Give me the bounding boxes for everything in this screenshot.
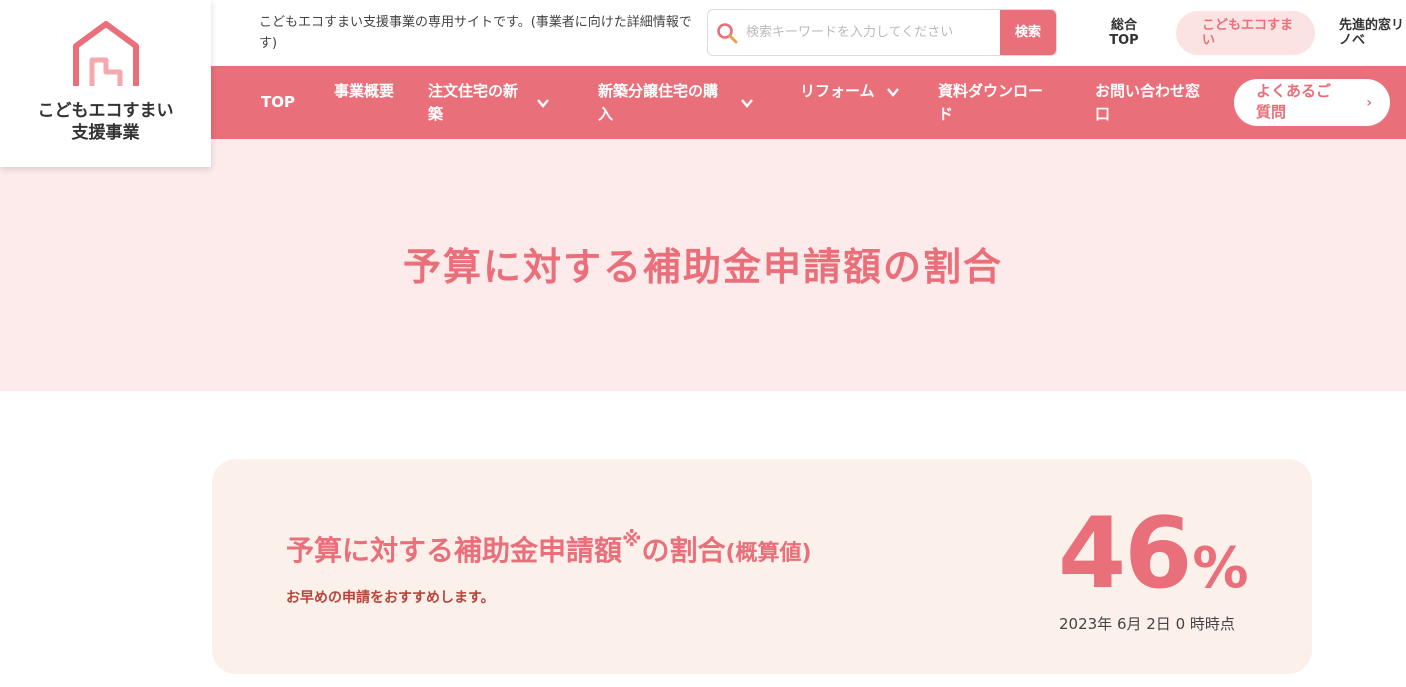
general-top-link[interactable]: 総合TOP (1109, 18, 1139, 48)
window-renovation-link[interactable]: 先進的窓リノベ (1339, 18, 1406, 48)
card-title-main: 予算に対する補助金申請額 (286, 534, 623, 567)
card-note: お早めの申請をおすすめします。 (286, 590, 495, 606)
general-top-label: 総合TOP (1109, 18, 1139, 48)
nav-item-label: 新築分譲住宅の購入 (598, 82, 719, 123)
nav-item-contact[interactable]: お問い合わせ窓口 (1095, 80, 1207, 126)
page-title: 予算に対する補助金申請額の割合 (402, 244, 1003, 289)
chevron-right-icon: › (1366, 95, 1372, 111)
card-title-suffix: の割合 (641, 534, 726, 567)
page-hero: 予算に対する補助金申請額の割合 (0, 139, 1406, 391)
window-renovation-label: 先進的窓リノベ (1339, 18, 1405, 48)
nav-item-label: TOP (261, 93, 295, 111)
nav-item-reform[interactable]: リフォーム (800, 80, 900, 103)
top-bar: こどもエコすまい支援事業の専用サイトです。(事業者に向けた詳細情報です) 検索 … (211, 0, 1406, 66)
faq-label: よくあるご質問 (1256, 82, 1332, 121)
logo-line-1: こどもエコすまい (37, 101, 174, 121)
ratio-number: 46 (1058, 497, 1192, 611)
search-icon (708, 10, 746, 55)
logo-text: こどもエコすまい 支援事業 (38, 100, 174, 144)
card-title-mark: ※ (622, 527, 642, 551)
chevron-down-icon (887, 87, 899, 97)
as-of-date: 2023年 6月 2日 0 時時点 (1059, 615, 1235, 633)
chevron-down-icon (741, 99, 753, 108)
nav-item-label: 事業概要 (334, 82, 395, 100)
search-input[interactable] (746, 10, 1000, 55)
main-nav: TOP 事業概要 注文住宅の新築 新築分譲住宅の購入 リフォーム 資料ダウンロー… (211, 66, 1406, 139)
nav-item-label: お問い合わせ窓口 (1095, 82, 1201, 123)
logo-line-2: 支援事業 (71, 123, 140, 143)
house-logo-icon (72, 21, 139, 86)
nav-item-label: 資料ダウンロード (938, 82, 1044, 123)
nav-item-overview[interactable]: 事業概要 (334, 80, 394, 103)
site-tagline: こどもエコすまい支援事業の専用サイトです。(事業者に向けた詳細情報です) (259, 15, 692, 51)
search-button[interactable]: 検索 (1000, 10, 1056, 55)
chevron-down-icon (537, 99, 549, 108)
budget-ratio-card: 予算に対する補助金申請額※の割合(概算値) お早めの申請をおすすめします。 46… (212, 459, 1312, 674)
nav-item-new-purchase[interactable]: 新築分譲住宅の購入 (598, 80, 754, 126)
nav-item-custom-house[interactable]: 注文住宅の新築 (428, 80, 550, 126)
faq-button[interactable]: よくあるご質問 › (1234, 79, 1390, 126)
kodomo-eco-label: こどもエコすまい (1202, 18, 1294, 48)
ratio-value: 46% (1058, 497, 1249, 624)
site-logo[interactable]: こどもエコすまい 支援事業 (0, 0, 211, 167)
ratio-unit: % (1192, 536, 1248, 601)
card-title-paren: (概算値) (725, 541, 812, 566)
search-box: 検索 (707, 9, 1057, 56)
nav-item-label: 注文住宅の新築 (428, 82, 519, 123)
nav-item-top[interactable]: TOP (261, 91, 295, 114)
nav-item-label: リフォーム (800, 82, 875, 100)
card-title: 予算に対する補助金申請額※の割合(概算値) (286, 527, 812, 569)
nav-item-downloads[interactable]: 資料ダウンロード (938, 80, 1050, 126)
kodomo-eco-link[interactable]: こどもエコすまい (1176, 11, 1315, 55)
